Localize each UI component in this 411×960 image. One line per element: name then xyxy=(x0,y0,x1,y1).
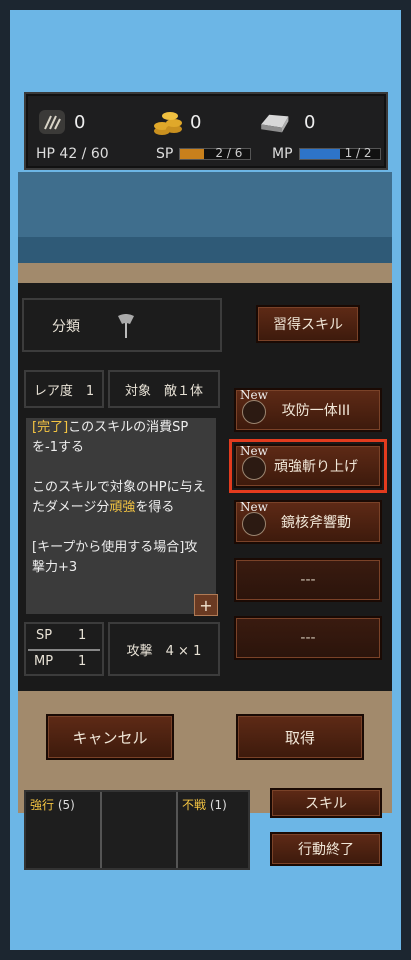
skill-label: 頑強斬り上げ xyxy=(274,459,358,475)
tag-pacifist: 不戦 (1) xyxy=(182,796,227,813)
skill-label: 攻防一体III xyxy=(281,403,351,419)
plus-button[interactable]: + xyxy=(194,594,218,616)
tag-forced: 強行 (5) xyxy=(30,796,75,813)
skill-emblem-icon xyxy=(242,400,266,424)
cost-mp-value: 1 xyxy=(78,654,87,669)
mp-value: 1 / 2 xyxy=(344,146,372,160)
skill-label: --- xyxy=(300,572,316,588)
claw-count: 0 xyxy=(74,111,86,133)
rarity-box: レア度 1 xyxy=(24,370,104,408)
hp-display: HP 42 / 60 xyxy=(36,146,109,162)
mp-label: MP xyxy=(272,146,293,162)
skill-button[interactable]: スキル xyxy=(270,788,382,818)
gold-count: 0 xyxy=(190,111,202,133)
tag-forced-key: 強行 xyxy=(30,798,55,812)
acquire-label: 取得 xyxy=(284,728,315,747)
status-panel: 0 0 0 HP 42 / 60 SP 2 / 6 MP 1 / 2 xyxy=(24,92,388,170)
sp-display: SP 2 / 6 xyxy=(156,146,252,162)
skill-description: [完了]このスキルの消費SPを-1する このスキルで対象のHPに与えたダメージ分… xyxy=(26,418,216,614)
sp-value: 2 / 6 xyxy=(215,146,243,160)
skill-item-5[interactable]: --- xyxy=(234,616,382,660)
skill-item-1[interactable]: New 攻防一体III xyxy=(234,388,382,432)
resource-claw: 0 xyxy=(36,104,85,140)
cost-divider xyxy=(28,649,100,651)
sp-bar: 2 / 6 xyxy=(179,146,252,160)
monster-claw-icon xyxy=(36,106,68,138)
target-text: 対象 敵１体 xyxy=(124,383,203,399)
ingot-count: 0 xyxy=(304,111,316,133)
skill-label: --- xyxy=(300,630,316,646)
tag-pacifist-count: (1) xyxy=(209,798,227,812)
sea-background xyxy=(18,172,392,267)
cancel-button[interactable]: キャンセル xyxy=(46,714,174,760)
sky-background xyxy=(0,0,411,90)
category-label: 分類 xyxy=(52,319,80,335)
skill-emblem-icon xyxy=(242,456,266,480)
gold-coins-icon xyxy=(152,106,184,138)
complete-tag: [完了] xyxy=(32,420,69,435)
tag-forced-count: (5) xyxy=(57,798,75,812)
axe-icon xyxy=(114,310,138,344)
sp-label: SP xyxy=(156,146,174,162)
acquire-button[interactable]: 取得 xyxy=(236,714,364,760)
acquired-skills-button[interactable]: 習得スキル xyxy=(256,305,360,343)
keep-area: 強行 (5) 不戦 (1) xyxy=(24,790,250,870)
attack-text: 攻撃 4 × 1 xyxy=(126,643,202,659)
skill-item-2[interactable]: New 頑強斬り上げ xyxy=(229,439,387,493)
tag-pacifist-key: 不戦 xyxy=(182,798,207,812)
iron-ingot-icon xyxy=(258,106,290,138)
category-box: 分類 xyxy=(22,298,222,352)
acquired-skills-label: 習得スキル xyxy=(273,317,343,333)
mp-bar: 1 / 2 xyxy=(298,146,381,160)
column-divider xyxy=(100,792,102,868)
hp-text: HP 42 / 60 xyxy=(36,146,109,162)
desc-line3: [キープから使用する場合]攻撃力+3 xyxy=(32,540,198,575)
rarity-text: レア度 1 xyxy=(33,383,95,399)
cost-mp-label: MP xyxy=(34,654,54,669)
attack-box: 攻撃 4 × 1 xyxy=(108,622,220,676)
skill-label: 鏡核斧響動 xyxy=(281,515,351,531)
skill-item-4[interactable]: --- xyxy=(234,558,382,602)
end-turn-label: 行動終了 xyxy=(298,842,354,858)
cost-sp-label: SP xyxy=(36,628,53,643)
skill-emblem-icon xyxy=(242,512,266,536)
desc-line2-post: を得る xyxy=(135,500,175,515)
cost-sp-value: 1 xyxy=(78,628,87,643)
mp-display: MP 1 / 2 xyxy=(272,146,381,162)
skill-button-label: スキル xyxy=(305,796,347,812)
desc-line2-highlight: 頑強 xyxy=(109,500,136,515)
cancel-label: キャンセル xyxy=(72,728,148,747)
column-divider xyxy=(176,792,178,868)
end-turn-button[interactable]: 行動終了 xyxy=(270,832,382,866)
plus-label: + xyxy=(199,595,213,615)
skill-item-3[interactable]: New 鏡核斧響動 xyxy=(234,500,382,544)
cost-box: SP 1 MP 1 xyxy=(24,622,104,676)
resource-gold: 0 xyxy=(152,104,201,140)
resource-ingot: 0 xyxy=(258,104,315,140)
target-box: 対象 敵１体 xyxy=(108,370,220,408)
